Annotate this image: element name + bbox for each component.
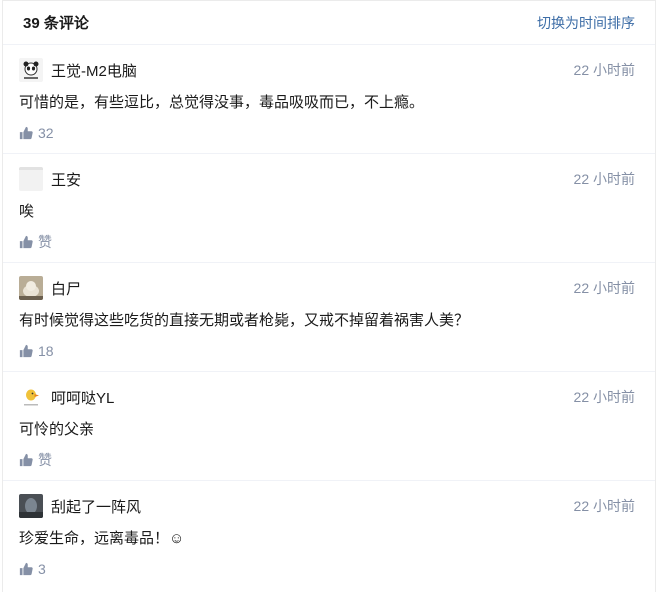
thumbs-up-icon (19, 453, 33, 467)
like-button[interactable]: 赞 (19, 232, 52, 252)
avatar[interactable] (19, 494, 43, 518)
comment-author[interactable]: 王安 (51, 169, 574, 190)
comment-content: 唉 (19, 203, 35, 220)
comment-author[interactable]: 白尸 (51, 278, 574, 299)
comment-time: 22 小时前 (573, 498, 635, 514)
avatar[interactable] (19, 385, 43, 409)
like-count: 赞 (38, 234, 52, 250)
like-button[interactable]: 3 (19, 561, 46, 577)
thumbs-up-icon (19, 235, 33, 249)
comment-item: 刮起了一阵风 22 小时前 珍爱生命，远离毒品！☺ 3 (3, 481, 655, 590)
comment-item: 王觉-M2电脑 22 小时前 可惜的是，有些逗比，总觉得没事，毒品吸吸而已，不上… (3, 45, 655, 154)
comment-author[interactable]: 呵呵哒YL (51, 387, 574, 408)
like-count: 18 (38, 343, 54, 359)
avatar[interactable] (19, 167, 43, 191)
comment-content: 有时候觉得这些吃货的直接无期或者枪毙，又戒不掉留着祸害人美？ (19, 312, 470, 329)
like-button[interactable]: 赞 (19, 450, 52, 470)
comment-content: 可惜的是，有些逗比，总觉得没事，毒品吸吸而已，不上瘾。 (19, 94, 425, 111)
like-button[interactable]: 18 (19, 343, 54, 359)
comment-author[interactable]: 王觉-M2电脑 (51, 60, 574, 81)
comment-author[interactable]: 刮起了一阵风 (51, 496, 574, 517)
thumbs-up-icon (19, 344, 33, 358)
like-count: 赞 (38, 452, 52, 468)
sort-toggle-link[interactable]: 切换为时间排序 (537, 13, 635, 33)
thumbs-up-icon (19, 126, 33, 140)
like-count: 3 (38, 561, 46, 577)
thumbs-up-icon (19, 562, 33, 576)
comment-item: 白尸 22 小时前 有时候觉得这些吃货的直接无期或者枪毙，又戒不掉留着祸害人美？… (3, 263, 655, 372)
comments-panel: 39 条评论 切换为时间排序 王觉-M2电脑 22 小时前 可惜的是，有些逗比，… (2, 0, 656, 592)
comment-item: 王安 22 小时前 唉 赞 (3, 154, 655, 263)
comment-time: 22 小时前 (573, 171, 635, 187)
comment-count: 39 条评论 (23, 15, 89, 32)
comment-content: 可怜的父亲 (19, 421, 95, 438)
avatar[interactable] (19, 276, 43, 300)
like-button[interactable]: 32 (19, 125, 54, 141)
comments-header: 39 条评论 切换为时间排序 (3, 1, 655, 45)
comment-item: 呵呵哒YL 22 小时前 可怜的父亲 赞 (3, 372, 655, 481)
comment-time: 22 小时前 (573, 62, 635, 78)
comment-content: 珍爱生命，远离毒品！☺ (19, 530, 185, 547)
comment-time: 22 小时前 (573, 280, 635, 296)
avatar[interactable] (19, 58, 43, 82)
like-count: 32 (38, 125, 54, 141)
comment-time: 22 小时前 (573, 389, 635, 405)
